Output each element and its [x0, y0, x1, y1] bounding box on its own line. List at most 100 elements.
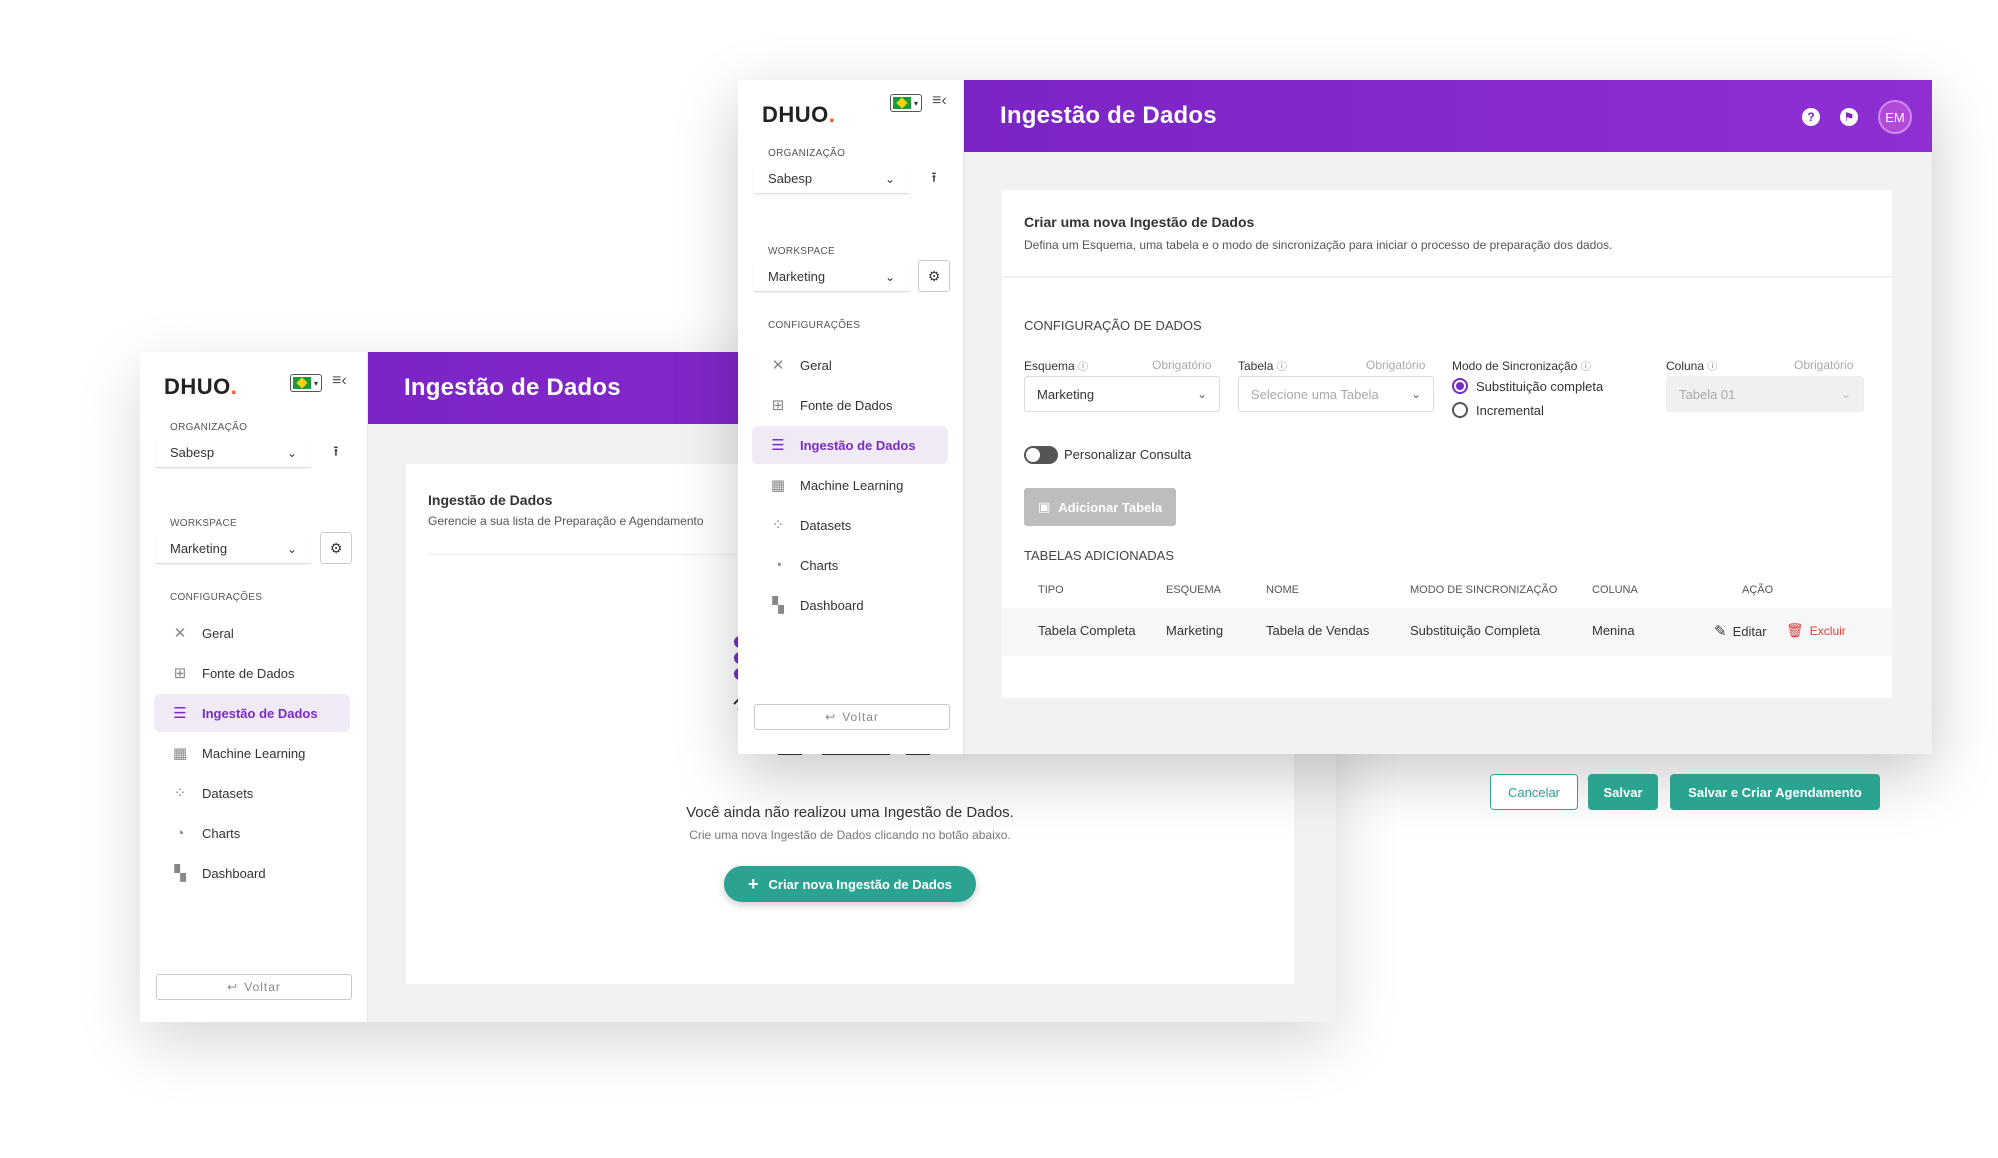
back-button[interactable]: ↩ Voltar — [754, 704, 950, 730]
datasets-icon: ⁘ — [771, 517, 785, 534]
collapse-menu-icon[interactable]: ≡‹ — [332, 372, 347, 390]
col-header-modo: MODO DE SINCRONIZAÇÃO — [1410, 584, 1558, 596]
settings-gear-button[interactable]: ⚙ — [918, 260, 950, 292]
org-select[interactable]: Sabesp ⌄ — [156, 438, 311, 468]
upload-icon[interactable]: ⭱ — [320, 438, 352, 468]
add-table-button[interactable]: ▣ Adicionar Tabela — [1024, 488, 1177, 526]
notification-settings-icon[interactable]: ⚑ — [1840, 108, 1858, 126]
create-ingestion-header-card: Criar uma nova Ingestão de Dados Defina … — [1002, 190, 1892, 276]
custom-query-label: Personalizar Consulta — [1064, 447, 1192, 462]
datasets-icon: ⁘ — [173, 785, 187, 802]
org-label: ORGANIZAÇÃO — [768, 148, 846, 159]
table-select[interactable]: Selecione uma Tabela ⌄ — [1238, 376, 1434, 412]
org-select[interactable]: Sabesp ⌄ — [754, 164, 909, 194]
info-icon: ⓘ — [1276, 362, 1287, 373]
dashboard-icon: ▚ — [772, 597, 784, 614]
help-icon[interactable]: ? — [1802, 108, 1820, 126]
header-actions: ? ⚑ EM — [1802, 100, 1912, 134]
sidebar-item-fonte-de-dados[interactable]: ⊞ Fonte de Dados — [154, 654, 350, 692]
back-button[interactable]: ↩ Voltar — [156, 974, 352, 1000]
upload-icon[interactable]: ⭱ — [918, 164, 950, 194]
workspace-select[interactable]: Marketing ⌄ — [156, 534, 311, 564]
info-icon: ⓘ — [1707, 362, 1718, 373]
language-flag-icon[interactable]: ▾ — [290, 374, 322, 392]
chevron-down-icon: ⌄ — [286, 541, 297, 556]
settings-gear-button[interactable]: ⚙ — [320, 532, 352, 564]
sidebar-item-dashboard[interactable]: ▚ Dashboard — [752, 586, 948, 624]
col-header-esquema: ESQUEMA — [1166, 584, 1222, 596]
empty-state-subtitle: Crie uma nova Ingestão de Dados clicando… — [689, 828, 1011, 842]
sidebar-item-machine-learning[interactable]: ▦ Machine Learning — [752, 466, 948, 504]
card-subtitle: Gerencie a sua lista de Preparação e Age… — [428, 514, 704, 528]
col-header-acao: AÇÃO — [1742, 584, 1774, 596]
tools-icon: ✕ — [173, 625, 187, 642]
sidebar-item-charts[interactable]: ◔ Charts — [154, 814, 350, 852]
table-row: Tabela Completa Marketing Tabela de Vend… — [1002, 608, 1892, 656]
cancel-button[interactable]: Cancelar — [1490, 774, 1578, 810]
table-required: Obrigatório — [1366, 358, 1426, 372]
front-window: DHUO. ▾ ≡‹ ORGANIZAÇÃO Sabesp ⌄ ⭱ WORKSPA… — [738, 80, 1932, 754]
sidebar-item-datasets[interactable]: ⁘ Datasets — [752, 506, 948, 544]
page-title: Ingestão de Dados — [1000, 102, 1217, 129]
sidebar-item-charts[interactable]: ◔ Charts — [752, 546, 948, 584]
page-title: Ingestão de Dados — [404, 374, 621, 401]
table-label: Tabela ⓘ — [1238, 359, 1287, 373]
ingestion-icon: ☰ — [173, 705, 187, 722]
column-select[interactable]: Tabela 01 ⌄ — [1666, 376, 1864, 412]
chevron-down-icon: ⌄ — [286, 445, 297, 460]
config-section-title: CONFIGURAÇÃO DE DADOS — [1024, 318, 1202, 333]
chevron-down-icon: ⌄ — [884, 171, 895, 186]
card-subtitle: Defina um Esquema, uma tabela e o modo d… — [1024, 238, 1613, 252]
pencil-icon: ✎ — [1714, 623, 1727, 640]
col-header-coluna: COLUNA — [1592, 584, 1638, 596]
cell-nome: Tabela de Vendas — [1266, 623, 1370, 638]
pie-chart-icon: ◔ — [773, 556, 783, 574]
folder-plus-icon: ▣ — [1038, 499, 1051, 514]
empty-state-title: Você ainda não realizou uma Ingestão de … — [686, 804, 1014, 821]
tools-icon: ✕ — [771, 357, 785, 374]
column-label: Coluna ⓘ — [1666, 359, 1718, 373]
delete-button[interactable]: 🗑 Excluir — [1786, 622, 1846, 639]
ingestion-icon: ☰ — [771, 437, 785, 454]
save-button[interactable]: Salvar — [1588, 774, 1658, 810]
sidebar-item-ingestao-de-dados[interactable]: ☰ Ingestão de Dados — [154, 694, 350, 732]
header-bar: Ingestão de Dados ? ⚑ EM — [964, 80, 1932, 152]
chevron-down-icon: ⌄ — [1410, 387, 1421, 401]
col-header-nome: NOME — [1266, 584, 1299, 596]
sidebar-item-ingestao-de-dados[interactable]: ☰ Ingestão de Dados — [752, 426, 948, 464]
ml-icon: ▦ — [172, 745, 188, 762]
collapse-menu-icon[interactable]: ≡‹ — [932, 92, 947, 110]
edit-button[interactable]: ✎ Editar — [1714, 622, 1767, 640]
gear-icon: ⚙ — [329, 539, 343, 556]
workspace-label: WORKSPACE — [768, 246, 835, 257]
language-flag-icon[interactable]: ▾ — [890, 94, 922, 112]
sidebar-item-fonte-de-dados[interactable]: ⊞ Fonte de Dados — [752, 386, 948, 424]
workspace-select[interactable]: Marketing ⌄ — [754, 262, 909, 292]
brand-logo: DHUO. — [164, 374, 238, 399]
schema-label: Esquema ⓘ — [1024, 359, 1089, 373]
sidebar-item-datasets[interactable]: ⁘ Datasets — [154, 774, 350, 812]
cell-tipo: Tabela Completa — [1038, 623, 1136, 638]
config-label: CONFIGURAÇÕES — [170, 592, 263, 603]
col-header-tipo: TIPO — [1038, 584, 1064, 596]
info-icon: ⓘ — [1580, 362, 1591, 373]
sidebar-item-geral[interactable]: ✕ Geral — [154, 614, 350, 652]
trash-icon: 🗑 — [1786, 622, 1804, 638]
column-required: Obrigatório — [1794, 358, 1854, 372]
sidebar-item-machine-learning[interactable]: ▦ Machine Learning — [154, 734, 350, 772]
create-ingestion-button[interactable]: + Criar nova Ingestão de Dados — [724, 866, 976, 902]
sync-radio-full[interactable]: Substituição completa — [1452, 378, 1603, 394]
sidebar-item-dashboard[interactable]: ▚ Dashboard — [154, 854, 350, 892]
custom-query-toggle[interactable] — [1024, 446, 1058, 464]
data-config-card: CONFIGURAÇÃO DE DADOS Esquema ⓘ Obrigató… — [1002, 278, 1892, 698]
schema-select[interactable]: Marketing ⌄ — [1024, 376, 1220, 412]
sync-mode-label: Modo de Sincronização ⓘ — [1452, 359, 1591, 373]
card-title: Criar uma nova Ingestão de Dados — [1024, 214, 1255, 230]
save-and-schedule-button[interactable]: Salvar e Criar Agendamento — [1670, 774, 1880, 810]
sync-radio-incremental[interactable]: Incremental — [1452, 402, 1544, 418]
dashboard-icon: ▚ — [174, 865, 186, 882]
pie-chart-icon: ◔ — [175, 824, 185, 842]
sidebar-item-geral[interactable]: ✕ Geral — [752, 346, 948, 384]
chevron-down-icon: ⌄ — [884, 269, 895, 284]
avatar[interactable]: EM — [1878, 100, 1912, 134]
